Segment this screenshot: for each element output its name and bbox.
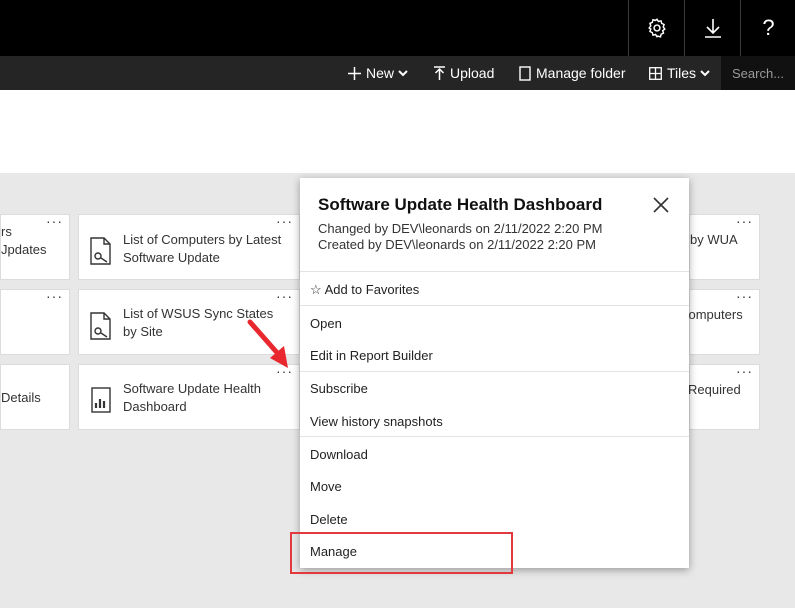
paginated-report-icon [90,237,111,265]
add-to-favorites-item[interactable]: ☆ Add to Favorites [310,282,419,298]
tile-name: Software Update Health Dashboard [123,381,262,414]
report-tile[interactable]: ··· Required [688,363,760,430]
dashboard-report-icon [91,387,111,413]
more-options-icon[interactable]: ··· [46,213,63,229]
download-icon [705,19,721,38]
grid-icon [649,66,662,80]
manage-folder-button[interactable]: Manage folder [519,56,626,90]
more-options-icon[interactable]: ··· [736,288,753,304]
settings-button[interactable] [628,0,685,56]
divider [300,271,689,272]
chevron-down-icon [700,69,710,77]
menu-item-delete[interactable]: Delete [310,512,348,527]
new-label: New [366,65,395,81]
menu-item-subscribe[interactable]: Subscribe [310,381,368,396]
document-icon [519,65,531,81]
top-bar: ? [0,0,795,56]
divider [300,371,689,372]
add-to-favorites-label: Add to Favorites [324,282,420,297]
tile-name: List of Computers by Latest Software Upda… [123,232,282,265]
tile-name: Required [688,382,741,397]
manage-folder-label: Manage folder [536,65,626,81]
report-context-menu: Software Update Health Dashboard Changed… [300,178,689,568]
tile-name: computers [682,307,743,322]
help-icon: ? [762,15,775,40]
tiles-label: Tiles [667,65,697,81]
more-options-icon[interactable]: ··· [276,213,293,229]
download-button[interactable] [684,0,741,56]
paginated-report-icon [90,312,111,340]
upload-button[interactable]: Upload [434,56,494,90]
menu-item-open[interactable]: Open [310,316,342,331]
upload-label: Upload [450,65,495,81]
gear-icon [648,18,666,38]
menu-item-move[interactable]: Move [310,479,342,494]
more-options-icon[interactable]: ··· [276,288,293,304]
more-options-icon[interactable]: ··· [736,213,753,229]
toolbar: New Upload Manage folder Tiles [0,56,795,90]
menu-item-view-history-snapshots[interactable]: View history snapshots [310,414,443,429]
divider [300,305,689,306]
popup-title: Software Update Health Dashboard [318,195,603,214]
more-options-icon[interactable]: ··· [736,363,753,379]
changed-by-text: Changed by DEV\leonards on 2/11/2022 2:2… [318,221,603,236]
annotation-arrow [247,319,288,368]
search-input[interactable]: Search... [721,56,795,90]
report-tile[interactable]: ··· [0,288,70,355]
report-tile[interactable]: Details [0,364,70,430]
tile-name-line1: rs [1,224,12,239]
more-options-icon[interactable]: ··· [46,288,63,304]
report-tile[interactable]: ··· computers [682,288,760,355]
tile-name-line2: Jpdates [1,242,47,257]
divider [300,436,689,437]
tile-name: Details [1,390,41,405]
plus-icon [348,66,361,80]
tiles-view-button[interactable]: Tiles [649,56,710,90]
report-tile[interactable]: ··· List of Computers by Latest Software … [78,213,300,280]
help-button[interactable]: ? [740,0,795,56]
new-button[interactable]: New [348,56,408,90]
menu-item-download[interactable]: Download [310,447,368,462]
manage-highlight-box [290,532,513,574]
star-icon: ☆ [310,282,322,297]
close-icon[interactable] [651,195,671,215]
upload-icon [434,66,445,80]
menu-item-edit-in-report-builder[interactable]: Edit in Report Builder [310,348,433,363]
report-tile[interactable]: ··· by WUA [689,213,760,280]
created-by-text: Created by DEV\leonards on 2/11/2022 2:2… [318,237,596,252]
tile-name: by WUA [690,232,738,247]
chevron-down-icon [398,69,408,77]
report-tile[interactable]: ··· rs Jpdates [0,213,70,280]
